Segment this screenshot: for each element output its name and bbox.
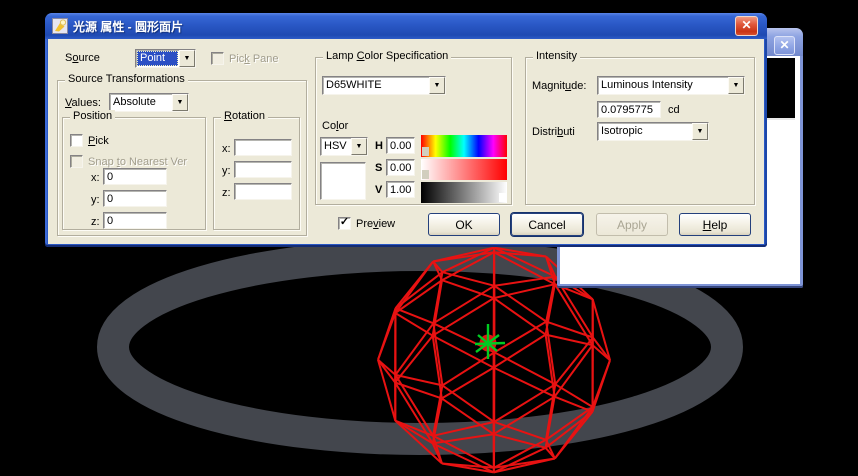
background-window-close-button[interactable]: ✕ xyxy=(774,36,795,55)
values-value: Absolute xyxy=(113,96,156,108)
rotation-title: Rotation xyxy=(221,110,268,122)
magnitude-value: Luminous Intensity xyxy=(601,79,693,91)
position-x-label: x: xyxy=(91,172,100,184)
dropdown-arrow-icon[interactable]: ▼ xyxy=(179,50,195,67)
hue-gradient-bar[interactable] xyxy=(421,135,507,157)
s-input[interactable] xyxy=(386,159,415,176)
dialog-titlebar: 光源 属性 - 圆形面片 ✕ xyxy=(45,13,767,39)
s-label: S xyxy=(375,162,383,174)
rotation-z-input[interactable] xyxy=(234,183,292,200)
pick-label: Pick xyxy=(88,135,109,147)
screen: ✕ 光源 属性 - 圆形面片 ✕ Source Point ▼ Pick Pan… xyxy=(0,0,858,476)
help-button[interactable]: Help xyxy=(679,213,751,236)
v-input[interactable] xyxy=(386,181,415,198)
position-y-label: y: xyxy=(91,194,100,206)
position-x-input[interactable] xyxy=(103,168,167,185)
distribution-select[interactable]: Isotropic ▼ xyxy=(597,122,709,141)
values-select[interactable]: Absolute ▼ xyxy=(109,93,189,112)
rotation-x-label: x: xyxy=(222,143,231,155)
close-icon: ✕ xyxy=(741,18,752,32)
dropdown-arrow-icon[interactable]: ▼ xyxy=(172,94,188,111)
intensity-amount-input[interactable] xyxy=(597,101,661,118)
source-select[interactable]: Point ▼ xyxy=(135,49,196,68)
position-z-input[interactable] xyxy=(103,212,167,229)
lamp-preset-select[interactable]: D65WHITE ▼ xyxy=(322,76,446,95)
pick-pane-checkbox xyxy=(211,52,224,65)
source-value: Point xyxy=(137,51,178,66)
position-z-label: z: xyxy=(91,216,100,228)
pick-pane-label: Pick Pane xyxy=(229,53,279,65)
values-label: Values: xyxy=(65,97,101,109)
value-gradient-bar[interactable] xyxy=(421,182,507,203)
saturation-gradient-bar[interactable] xyxy=(421,159,507,180)
value-slider-handle[interactable] xyxy=(499,193,506,202)
cancel-button[interactable]: Cancel xyxy=(511,213,583,236)
dropdown-arrow-icon[interactable]: ▼ xyxy=(429,77,445,94)
h-input[interactable] xyxy=(386,137,415,154)
close-icon: ✕ xyxy=(779,38,790,52)
ok-button[interactable]: OK xyxy=(428,213,500,236)
intensity-unit-label: cd xyxy=(668,104,680,116)
position-title: Position xyxy=(70,110,116,122)
color-model-select[interactable]: HSV ▼ xyxy=(320,137,368,156)
snap-label: Snap to Nearest Ver xyxy=(88,156,188,168)
position-y-input[interactable] xyxy=(103,190,167,207)
distribution-value: Isotropic xyxy=(601,125,643,137)
lamp-color-title: Lamp Color Specification xyxy=(323,50,452,62)
apply-button: Apply xyxy=(596,213,668,236)
rotation-y-label: y: xyxy=(222,165,231,177)
snap-checkbox xyxy=(70,155,83,168)
source-transformations-title: Source Transformations xyxy=(65,73,188,85)
distribution-label: Distributi xyxy=(532,126,575,138)
rotation-x-input[interactable] xyxy=(234,139,292,156)
saturation-slider-handle[interactable] xyxy=(422,170,429,179)
dropdown-arrow-icon[interactable]: ▼ xyxy=(692,123,708,140)
color-model-value: HSV xyxy=(324,140,347,152)
magnitude-select[interactable]: Luminous Intensity ▼ xyxy=(597,76,745,95)
lamp-preset-value: D65WHITE xyxy=(326,79,382,91)
source-label: Source xyxy=(65,52,100,64)
intensity-title: Intensity xyxy=(533,50,580,62)
window-icon xyxy=(52,18,68,34)
dropdown-arrow-icon[interactable]: ▼ xyxy=(351,138,367,155)
magnitude-label: Magnitude: xyxy=(532,80,587,92)
hue-slider-handle[interactable] xyxy=(422,147,429,156)
rotation-y-input[interactable] xyxy=(234,161,292,178)
pick-checkbox[interactable] xyxy=(70,134,83,147)
dialog-title: 光源 属性 - 圆形面片 xyxy=(73,20,183,34)
preview-checkbox[interactable]: ✓ xyxy=(338,217,351,230)
dropdown-arrow-icon[interactable]: ▼ xyxy=(728,77,744,94)
rotation-z-label: z: xyxy=(222,187,231,199)
light-properties-dialog: 光源 属性 - 圆形面片 ✕ Source Point ▼ Pick Pane … xyxy=(45,13,767,247)
color-label: Color xyxy=(322,120,349,132)
dialog-close-button[interactable]: ✕ xyxy=(735,16,758,36)
preview-label: Preview xyxy=(356,218,396,230)
h-label: H xyxy=(375,140,383,152)
check-icon: ✓ xyxy=(339,216,350,228)
v-label: V xyxy=(375,184,383,196)
color-swatch xyxy=(320,162,366,200)
